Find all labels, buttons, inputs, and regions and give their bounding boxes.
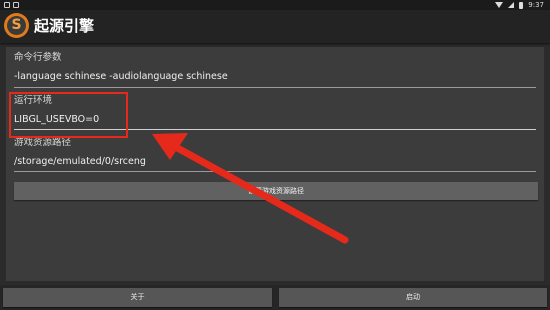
logo-letter: S <box>7 16 26 35</box>
command-line-args-label: 命令行参数 <box>14 52 62 63</box>
notification-app-icon <box>13 2 19 8</box>
game-resource-path-input[interactable] <box>14 156 536 168</box>
bottom-bar: 关于 启动 <box>0 285 550 310</box>
app-title: 起源引擎 <box>34 17 95 35</box>
wifi-icon <box>495 2 504 8</box>
annotation-highlight-box <box>9 92 128 138</box>
set-game-resource-path-button[interactable]: 设置游戏资源路径 <box>14 182 538 200</box>
battery-icon <box>519 1 524 9</box>
command-line-args-underline <box>14 87 536 88</box>
about-button[interactable]: 关于 <box>3 288 272 307</box>
status-bar: 9:37 <box>0 0 550 10</box>
notification-icons <box>4 0 19 10</box>
app-bar: S 起源引擎 <box>0 10 550 43</box>
game-resource-path-label: 游戏资源路径 <box>14 137 72 148</box>
system-icons: 9:37 <box>495 0 544 10</box>
launch-button[interactable]: 启动 <box>279 288 547 307</box>
game-resource-path-underline <box>14 171 536 172</box>
settings-panel: 命令行参数 运行环境 游戏资源路径 设置游戏资源路径 <box>6 47 544 281</box>
notification-square-icon <box>4 2 10 8</box>
command-line-args-input[interactable] <box>14 71 536 83</box>
source-engine-logo-icon: S <box>4 13 29 38</box>
status-time: 9:37 <box>528 1 544 9</box>
signal-icon <box>508 2 515 8</box>
